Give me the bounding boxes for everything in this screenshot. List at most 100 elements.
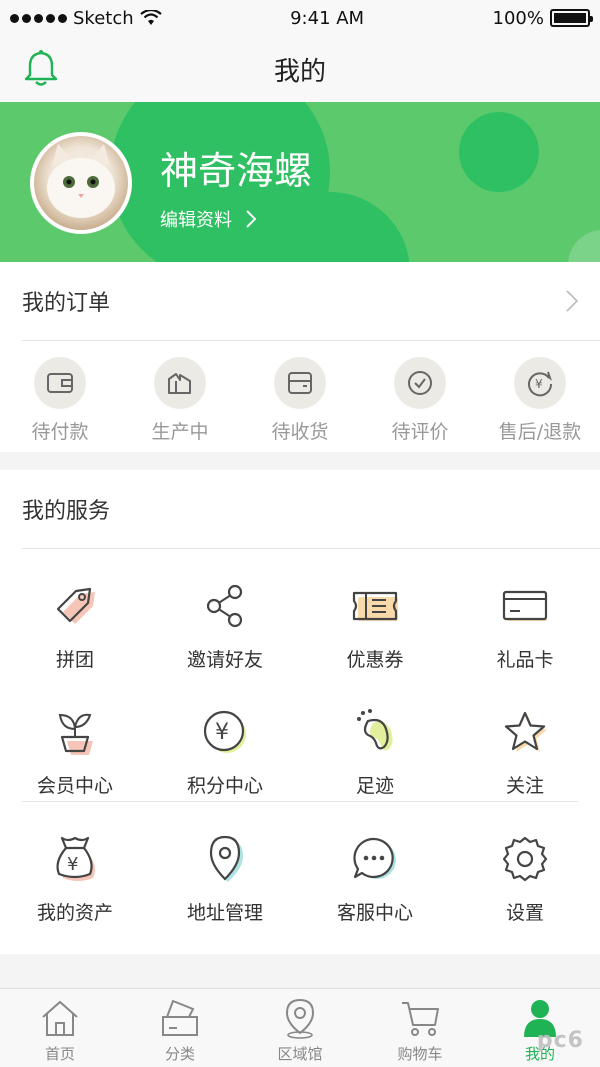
- order-label: 售后/退款: [498, 421, 582, 443]
- status-left: Sketch: [10, 8, 162, 29]
- order-status-row: 待付款 生产中 待收货 待评价 ¥ 售后/退款: [0, 341, 600, 451]
- svg-text:¥: ¥: [67, 854, 78, 875]
- svg-text:¥: ¥: [535, 377, 543, 391]
- share-icon: [206, 584, 243, 628]
- service-label: 优惠券: [346, 649, 404, 671]
- edit-profile-link[interactable]: 编辑资料: [160, 206, 256, 232]
- service-label: 礼品卡: [496, 649, 554, 671]
- tag-icon: [56, 587, 95, 624]
- service-label: 拼团: [55, 649, 94, 671]
- chat-bubble-icon: [353, 837, 396, 879]
- service-coupons[interactable]: 优惠券: [300, 549, 450, 675]
- user-name: 神奇海螺: [160, 149, 313, 193]
- orders-title: 我的订单: [22, 291, 111, 316]
- service-label: 客服中心: [336, 902, 413, 924]
- service-label: 设置: [505, 902, 544, 924]
- edit-profile-label: 编辑资料: [160, 210, 232, 231]
- service-group-buy[interactable]: 拼团: [0, 549, 150, 675]
- tab-label: 首页: [44, 1045, 75, 1063]
- chevron-right-icon: [566, 290, 578, 312]
- service-label: 我的资产: [36, 902, 113, 924]
- service-member-center[interactable]: 会员中心: [0, 675, 150, 801]
- service-points-center[interactable]: ¥ 积分中心: [150, 675, 300, 801]
- tab-category[interactable]: 分类: [120, 989, 240, 1067]
- map-pin-icon: [285, 998, 315, 1039]
- location-pin-icon: [209, 835, 243, 882]
- battery-percent: 100%: [492, 7, 544, 29]
- service-label: 邀请好友: [186, 649, 263, 671]
- category-icon: [162, 999, 198, 1036]
- orders-header[interactable]: 我的订单: [0, 262, 600, 340]
- order-label: 待评价: [391, 421, 449, 443]
- chevron-right-icon: [246, 210, 256, 228]
- bell-icon[interactable]: [22, 48, 60, 88]
- box-icon: [274, 357, 326, 409]
- tab-label: 区域馆: [277, 1045, 323, 1063]
- service-gift-card[interactable]: 礼品卡: [450, 549, 600, 675]
- order-label: 生产中: [151, 421, 209, 443]
- home-icon: [42, 1000, 78, 1036]
- orders-section: 我的订单 待付款 生产中 待收货 待评价 ¥ 售后/退款: [0, 262, 600, 452]
- signal-icon: [10, 13, 67, 23]
- decor-circle: [459, 112, 539, 192]
- service-customer-center[interactable]: 客服中心: [300, 802, 450, 928]
- services-title: 我的服务: [22, 499, 111, 524]
- status-right: 100%: [492, 7, 593, 29]
- service-my-assets[interactable]: ¥ 我的资产: [0, 802, 150, 928]
- page-title: 我的: [273, 56, 326, 87]
- svg-text:¥: ¥: [215, 720, 229, 745]
- service-label: 地址管理: [186, 902, 263, 924]
- star-icon: [504, 711, 547, 752]
- services-row: ¥ 我的资产 地址管理 客服中心 设置: [0, 802, 600, 928]
- service-label: 关注: [505, 775, 544, 797]
- service-address-management[interactable]: 地址管理: [150, 802, 300, 928]
- tab-regional-pavilion[interactable]: 区域馆: [240, 989, 360, 1067]
- carrier-label: Sketch: [73, 7, 134, 29]
- tab-label: 分类: [164, 1045, 195, 1063]
- tab-label: 购物车: [397, 1045, 443, 1063]
- footprint-icon: [357, 709, 393, 751]
- order-pending-payment[interactable]: 待付款: [0, 341, 120, 451]
- service-label: 足迹: [355, 775, 394, 797]
- service-invite-friends[interactable]: 邀请好友: [150, 549, 300, 675]
- cat-avatar-image: [47, 144, 115, 218]
- services-header: 我的服务: [0, 470, 600, 548]
- profile-banner: 神奇海螺 编辑资料: [0, 102, 600, 262]
- service-following[interactable]: 关注: [450, 675, 600, 801]
- service-label: 会员中心: [36, 775, 113, 797]
- order-label: 待付款: [31, 421, 89, 443]
- order-to-review[interactable]: 待评价: [360, 341, 480, 451]
- nav-bar: 我的: [0, 36, 600, 102]
- order-in-production[interactable]: 生产中: [120, 341, 240, 451]
- factory-icon: [154, 357, 206, 409]
- watermark-logo: pc6: [536, 1028, 584, 1053]
- status-time: 9:41 AM: [290, 7, 365, 29]
- decor-circle: [568, 230, 600, 262]
- services-section: 我的服务 拼团 邀请好友 优惠券 礼品卡 会员中心 ¥ 积分中心 足迹 关注 ¥…: [0, 470, 600, 954]
- check-circle-icon: [394, 357, 446, 409]
- service-settings[interactable]: 设置: [450, 802, 600, 928]
- tab-cart[interactable]: 购物车: [360, 989, 480, 1067]
- battery-icon: [550, 9, 593, 27]
- order-label: 待收货: [271, 421, 329, 443]
- avatar[interactable]: [30, 132, 132, 234]
- order-to-receive[interactable]: 待收货: [240, 341, 360, 451]
- services-row: 会员中心 ¥ 积分中心 足迹 关注: [0, 675, 600, 801]
- card-icon: [502, 590, 548, 621]
- money-bag-icon: ¥: [56, 836, 95, 881]
- refund-icon: ¥: [514, 357, 566, 409]
- coupon-icon: [352, 591, 398, 621]
- services-grid: 拼团 邀请好友 优惠券 礼品卡 会员中心 ¥ 积分中心 足迹 关注 ¥ 我的资产…: [0, 549, 600, 928]
- yen-coin-icon: ¥: [203, 710, 246, 753]
- wallet-icon: [34, 357, 86, 409]
- order-after-sales[interactable]: ¥ 售后/退款: [480, 341, 600, 451]
- wifi-icon: [139, 10, 162, 25]
- service-footprints[interactable]: 足迹: [300, 675, 450, 801]
- status-bar: Sketch 9:41 AM 100%: [0, 0, 600, 36]
- cart-icon: [402, 1002, 439, 1036]
- service-label: 积分中心: [186, 775, 263, 797]
- tab-home[interactable]: 首页: [0, 989, 120, 1067]
- gear-icon: [502, 836, 548, 882]
- tab-bar: 首页 分类 区域馆 购物车 我的: [0, 988, 600, 1067]
- services-row: 拼团 邀请好友 优惠券 礼品卡: [0, 549, 600, 675]
